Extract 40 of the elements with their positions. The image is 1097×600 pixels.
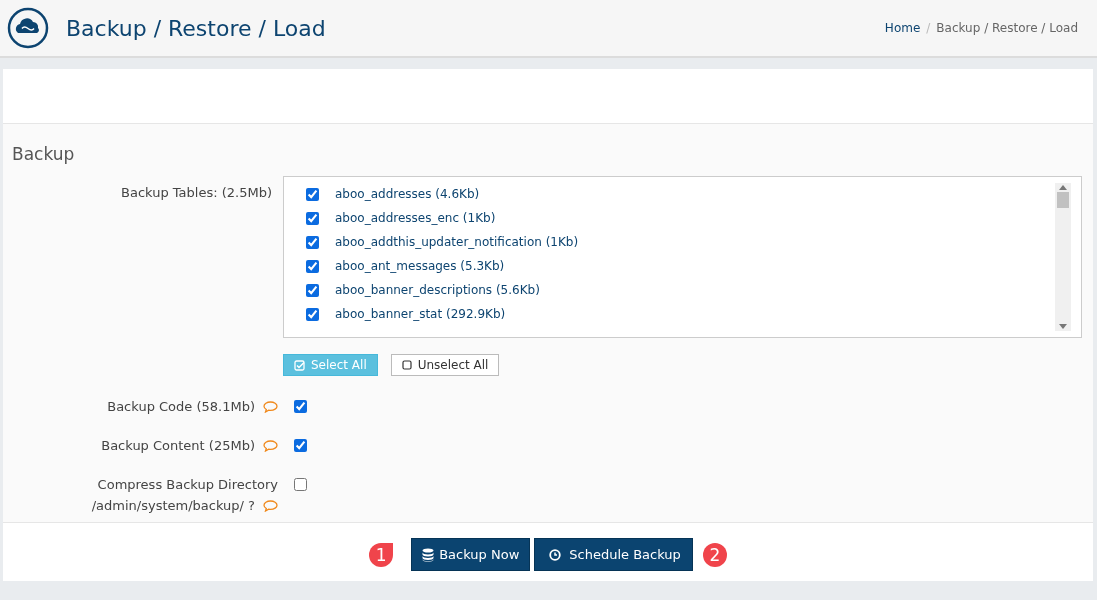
breadcrumb-current: Backup / Restore / Load xyxy=(936,21,1078,35)
page-title: Backup / Restore / Load xyxy=(66,15,327,41)
checked-square-icon xyxy=(294,359,305,371)
table-name: aboo_addthis_updater_notification (1Kb) xyxy=(335,235,579,249)
callout-marker: 1 xyxy=(369,542,394,567)
table-name: aboo_banner_stat (292.9Kb) xyxy=(335,307,506,321)
option-checkbox[interactable] xyxy=(294,439,307,452)
breadcrumb-link[interactable]: Home xyxy=(884,21,921,35)
option-checkbox[interactable] xyxy=(294,400,307,413)
table-checkbox[interactable] xyxy=(306,259,319,273)
square-icon xyxy=(401,360,412,370)
schedule-backup-button[interactable]: Schedule Backup xyxy=(534,538,693,571)
field-label: Backup Tables: (2.5Mb) xyxy=(120,184,272,200)
clock-icon xyxy=(549,548,562,561)
table-checkbox[interactable] xyxy=(306,187,319,201)
table-checkbox[interactable] xyxy=(306,211,319,225)
scroll-up-icon[interactable] xyxy=(1059,185,1067,190)
database-icon xyxy=(422,547,435,562)
option-label: /admin/system/backup/ ? xyxy=(91,497,255,514)
table-name: aboo_addresses (4.6Kb) xyxy=(335,187,480,201)
table-checkbox[interactable] xyxy=(306,307,319,321)
scroll-down-icon[interactable] xyxy=(1059,324,1067,329)
breadcrumb-separator: / xyxy=(926,21,931,35)
section-heading: Backup xyxy=(12,144,76,164)
option-checkbox[interactable] xyxy=(294,478,307,491)
table-checkbox[interactable] xyxy=(306,283,319,297)
option-label: Backup Content (25Mb) xyxy=(101,437,255,454)
unselect-all-button[interactable]: Unselect All xyxy=(390,354,500,376)
table-name: aboo_banner_descriptions (5.6Kb) xyxy=(335,283,540,297)
table-name: aboo_ant_messages (5.3Kb) xyxy=(335,259,505,273)
table-list[interactable]: aboo_addresses (4.6Kb) aboo_addresses_enc (1Kb) aboo_addthis_updater_notification (1Kb) aboo_ant_messages (5.3Kb) aboo_banner_descriptions (5.6Kb) aboo_banner_stat (292.9Kb) xyxy=(283,176,1082,338)
scrollbar[interactable] xyxy=(1055,183,1071,331)
scroll-thumb[interactable] xyxy=(1057,192,1069,208)
option-label: Compress Backup Directory xyxy=(97,476,278,493)
callout-marker: 2 xyxy=(702,542,727,567)
backup-now-button[interactable]: Backup Now xyxy=(411,538,531,571)
option-label: Backup Code (58.1Mb) xyxy=(107,398,255,415)
cloud-logo-icon xyxy=(7,7,49,49)
table-checkbox[interactable] xyxy=(306,235,319,249)
table-name: aboo_addresses_enc (1Kb) xyxy=(335,211,496,225)
